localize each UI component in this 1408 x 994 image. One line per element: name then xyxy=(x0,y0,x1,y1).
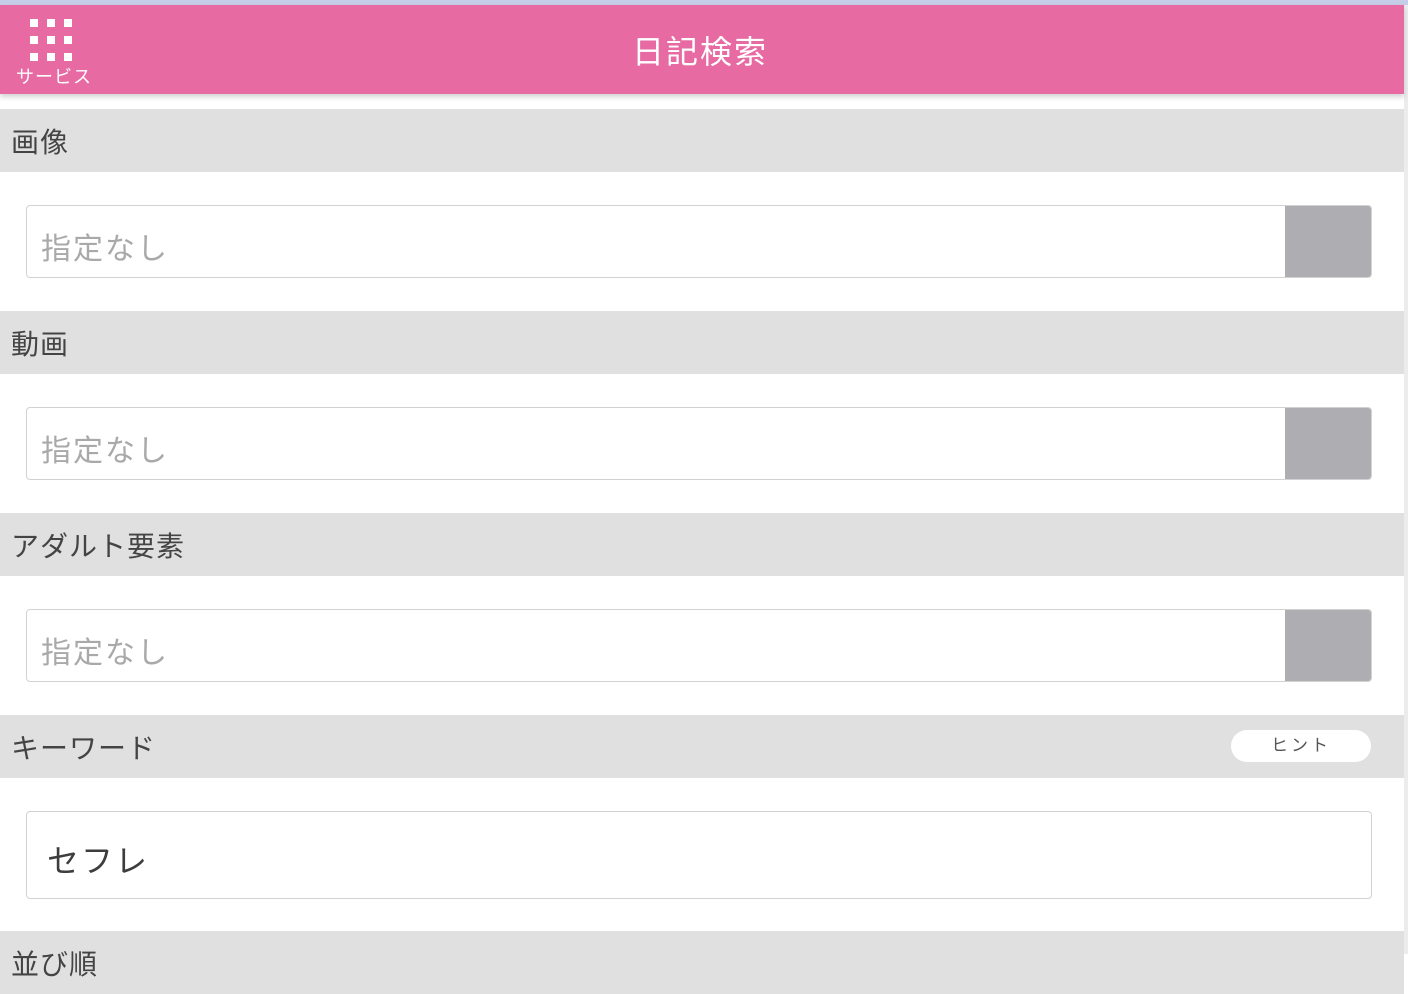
section-label-video: 動画 xyxy=(11,328,70,361)
section-header-image: 画像 xyxy=(0,109,1404,172)
video-select[interactable]: 指定なし xyxy=(26,407,1372,480)
services-label: サービス xyxy=(16,67,92,88)
video-select-value: 指定なし xyxy=(41,434,169,469)
section-header-keyword: キーワード ヒント xyxy=(0,715,1404,778)
hint-button[interactable]: ヒント xyxy=(1231,730,1371,762)
section-header-sort: 並び順 xyxy=(0,931,1404,994)
image-select[interactable]: 指定なし xyxy=(26,205,1372,278)
services-button[interactable]: サービス xyxy=(8,13,100,89)
section-label-keyword: キーワード xyxy=(11,732,157,765)
section-label-image: 画像 xyxy=(11,126,70,159)
app-header: サービス 日記検索 xyxy=(0,5,1404,94)
section-label-adult: アダルト要素 xyxy=(11,530,186,563)
section-header-video: 動画 xyxy=(0,311,1404,374)
grid-icon xyxy=(30,19,72,61)
adult-select-value: 指定なし xyxy=(41,636,169,671)
adult-select-button[interactable] xyxy=(1285,610,1371,681)
keyword-input-value: セフレ xyxy=(47,842,150,880)
section-label-sort: 並び順 xyxy=(11,948,99,981)
adult-select[interactable]: 指定なし xyxy=(26,609,1372,682)
scrollbar-track xyxy=(1404,5,1408,954)
keyword-input[interactable]: セフレ xyxy=(26,811,1372,899)
image-select-value: 指定なし xyxy=(41,232,169,267)
image-select-button[interactable] xyxy=(1285,206,1371,277)
page-title: 日記検索 xyxy=(631,33,768,71)
video-select-button[interactable] xyxy=(1285,408,1371,479)
section-header-adult: アダルト要素 xyxy=(0,513,1404,576)
